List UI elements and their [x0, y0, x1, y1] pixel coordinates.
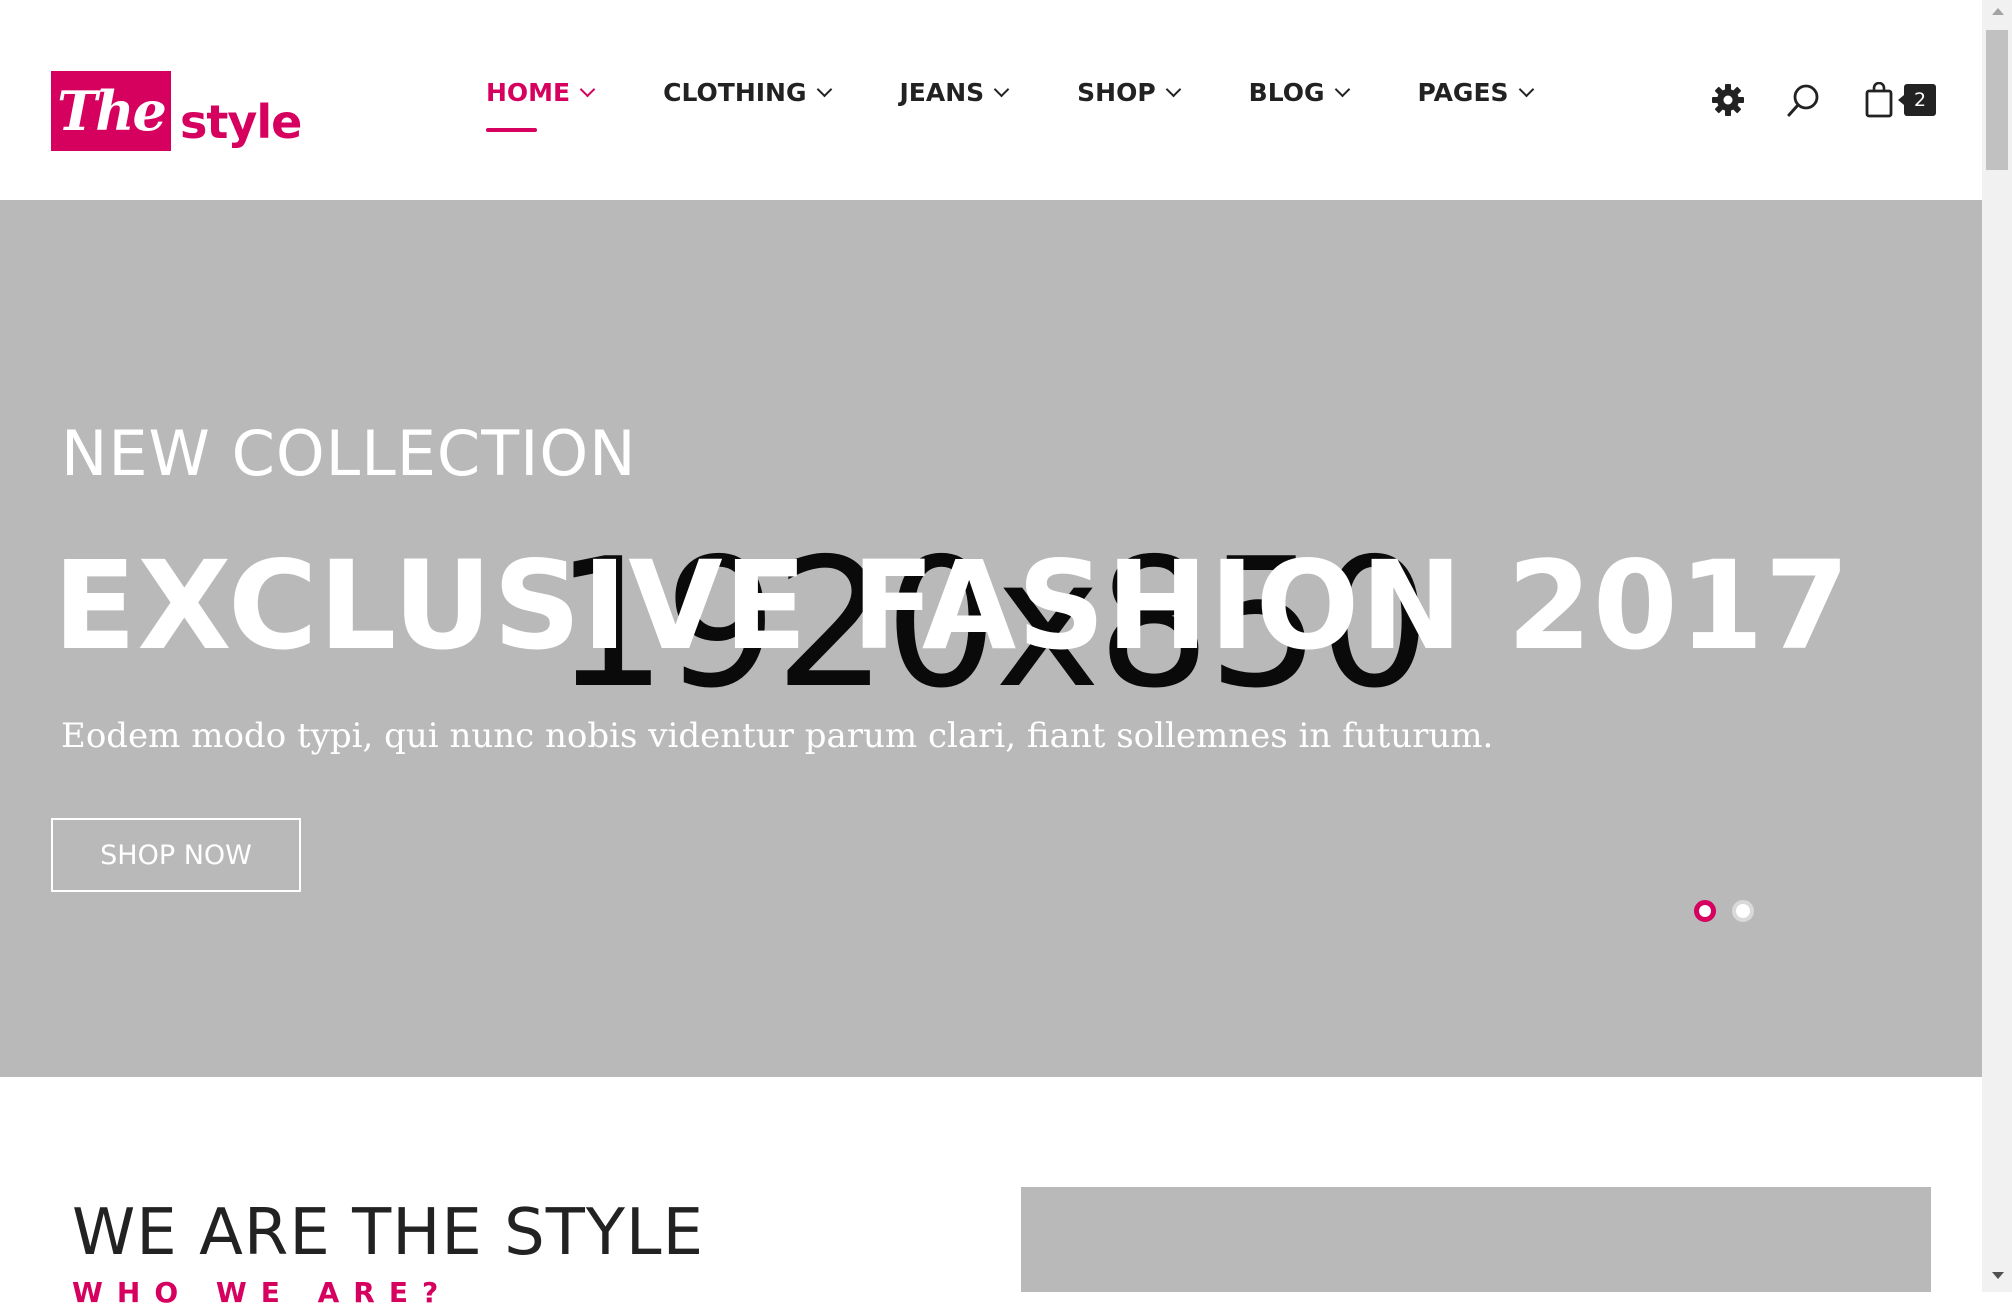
scroll-down-arrow-icon[interactable]: [1992, 1272, 2004, 1279]
nav-item-blog[interactable]: BLOG: [1248, 78, 1350, 107]
nav-item-jeans[interactable]: JEANS: [899, 78, 1010, 107]
nav-item-pages[interactable]: PAGES: [1417, 78, 1534, 107]
nav-item-home[interactable]: HOME: [486, 78, 596, 132]
nav-label-pages: PAGES: [1417, 78, 1509, 107]
chevron-down-icon: [816, 81, 832, 98]
chevron-down-icon: [579, 81, 596, 98]
slider-dot-1[interactable]: [1694, 900, 1716, 922]
about-image-placeholder: [1021, 1187, 1931, 1292]
nav-item-shop[interactable]: SHOP: [1077, 78, 1181, 107]
nav-label-home: HOME: [486, 78, 571, 107]
active-underline: [486, 128, 537, 132]
logo-mark: The: [51, 71, 171, 151]
cart-count-badge[interactable]: 2: [1898, 84, 1936, 116]
site-header: The style HOME CLOTHING JEANS SHOP BLOG …: [0, 0, 1982, 200]
nav-label-blog: BLOG: [1248, 78, 1325, 107]
search-icon[interactable]: [1786, 82, 1822, 118]
hero-description: Eodem modo typi, qui nunc nobis videntur…: [61, 716, 1494, 756]
logo-wordmark: style: [180, 95, 302, 149]
about-subheading: WHO WE ARE?: [72, 1276, 453, 1309]
chevron-down-icon: [1165, 81, 1181, 98]
nav-label-shop: SHOP: [1077, 78, 1156, 107]
chevron-down-icon: [1334, 81, 1350, 98]
shop-now-button[interactable]: SHOP NOW: [51, 818, 301, 892]
page-scrollbar[interactable]: [1982, 0, 2012, 1292]
scroll-up-arrow-icon[interactable]: [1992, 8, 2004, 15]
nav-label-jeans: JEANS: [899, 78, 985, 107]
site-logo[interactable]: The style: [51, 59, 302, 151]
scrollbar-thumb[interactable]: [1986, 30, 2008, 170]
gear-icon[interactable]: [1710, 82, 1746, 118]
nav-label-clothing: CLOTHING: [663, 78, 807, 107]
hero-title: EXCLUSIVE FASHION 2017: [53, 535, 1851, 677]
slider-dot-2[interactable]: [1732, 900, 1754, 922]
chevron-down-icon: [1518, 81, 1534, 98]
about-heading: WE ARE THE STYLE: [72, 1196, 704, 1270]
hero-subtitle: NEW COLLECTION: [61, 417, 637, 490]
shopping-bag-icon[interactable]: [1862, 81, 1898, 118]
chevron-down-icon: [993, 81, 1010, 98]
main-nav: HOME CLOTHING JEANS SHOP BLOG PAGES: [486, 78, 1602, 132]
nav-item-clothing[interactable]: CLOTHING: [663, 78, 832, 107]
hero-slider: 1920x850 NEW COLLECTION EXCLUSIVE FASHIO…: [0, 200, 1982, 1077]
